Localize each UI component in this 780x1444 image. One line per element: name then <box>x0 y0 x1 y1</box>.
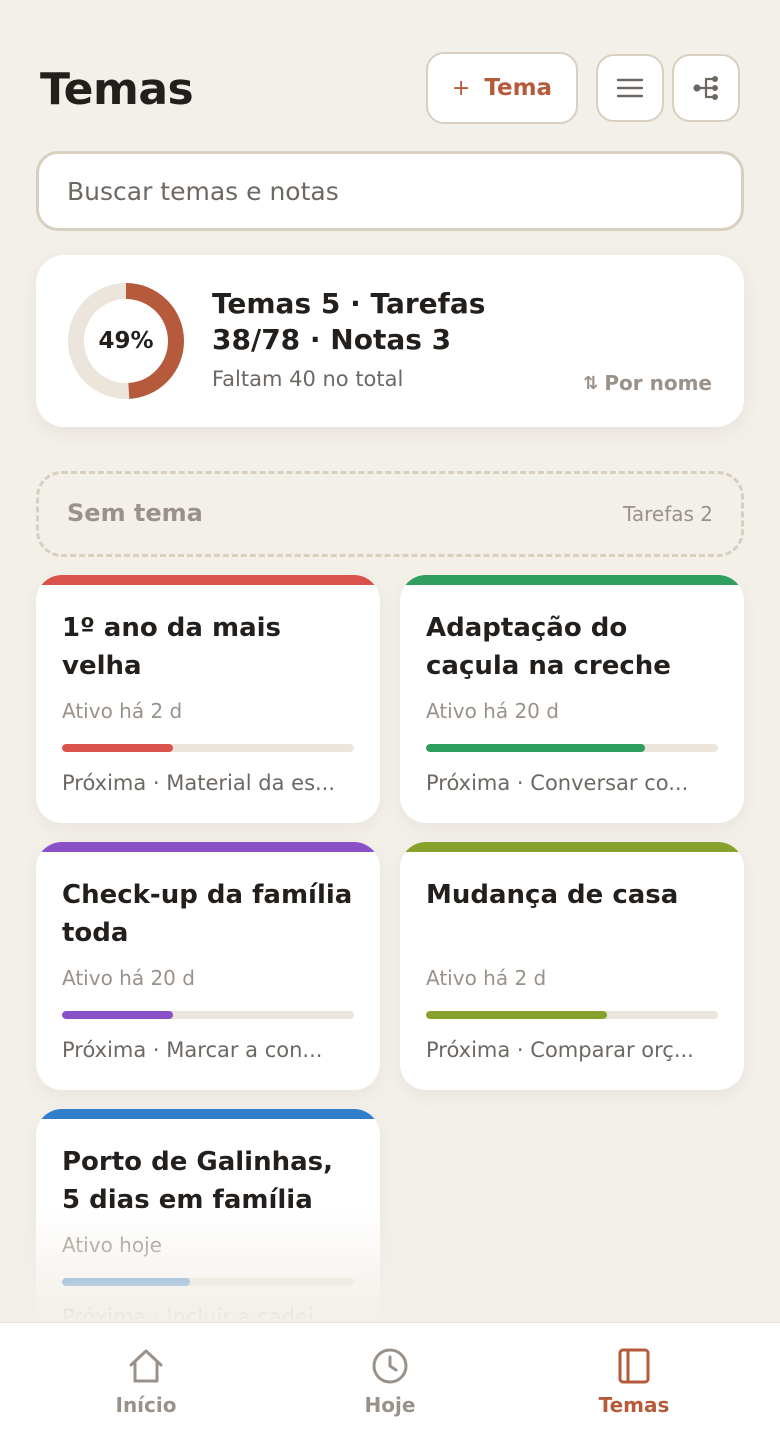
theme-activity: Ativo hoje <box>62 1233 162 1257</box>
tree-view-button[interactable] <box>672 54 740 122</box>
sort-button[interactable]: ⇅ Por nome <box>583 371 712 395</box>
page-title: Temas <box>40 64 194 115</box>
summary-card: 49% Temas 5 · Tarefas 38/78 · Notas 3 Fa… <box>36 255 744 427</box>
theme-progress-bar <box>62 744 354 752</box>
bottom-nav: Início Hoje Temas <box>0 1322 780 1444</box>
theme-title: Mudança de casa <box>426 880 679 910</box>
header: Temas + Tema <box>40 52 740 124</box>
theme-color-bar <box>36 1109 380 1119</box>
theme-activity: Ativo há 2 d <box>62 699 183 723</box>
theme-title: 1º ano da mais velha <box>62 613 282 681</box>
theme-card[interactable]: Porto de Galinhas, 5 dias em família Ati… <box>36 1109 380 1357</box>
nav-label-inicio: Início <box>115 1393 177 1417</box>
add-theme-button[interactable]: + Tema <box>426 52 578 124</box>
progress-percent: 49% <box>98 328 154 354</box>
sort-icon: ⇅ <box>583 372 599 394</box>
theme-next-task: Próxima · Marcar a con... <box>62 1038 323 1062</box>
theme-next-task: Próxima · Material da es... <box>62 771 336 795</box>
home-icon <box>129 1349 163 1383</box>
theme-progress-fill <box>426 1011 608 1019</box>
theme-activity: Ativo há 2 d <box>426 966 547 990</box>
theme-next-task: Próxima · Comparar orç... <box>426 1038 694 1062</box>
summary-stats-line2: 38/78 · Notas 3 <box>212 323 452 356</box>
theme-progress-bar <box>426 1011 718 1019</box>
theme-progress-fill <box>62 1011 173 1019</box>
tree-icon <box>693 76 718 100</box>
theme-color-bar <box>36 575 380 585</box>
nav-label-hoje: Hoje <box>364 1393 416 1417</box>
theme-progress-fill <box>62 744 173 752</box>
list-view-button[interactable] <box>596 54 664 122</box>
plus-icon: + <box>451 75 471 101</box>
nav-label-temas: Temas <box>598 1393 670 1417</box>
theme-title: Adaptação do caçula na creche <box>426 613 671 681</box>
theme-title: Check-up da família toda <box>62 880 353 948</box>
search-input[interactable]: Buscar temas e notas <box>36 151 744 231</box>
clock-icon <box>372 1348 408 1384</box>
nav-item-temas[interactable]: Temas <box>504 1323 764 1444</box>
theme-card[interactable]: 1º ano da mais velha Ativo há 2 d Próxim… <box>36 575 380 823</box>
theme-card[interactable]: Mudança de casa Ativo há 2 d Próxima · C… <box>400 842 744 1090</box>
theme-title: Porto de Galinhas, 5 dias em família <box>62 1147 334 1215</box>
book-icon <box>618 1348 650 1384</box>
nav-item-inicio[interactable]: Início <box>16 1323 276 1444</box>
theme-next-task: Próxima · Conversar co... <box>426 771 689 795</box>
theme-progress-fill <box>426 744 645 752</box>
add-theme-label: Tema <box>484 75 553 101</box>
theme-card[interactable]: Check-up da família toda Ativo há 20 d P… <box>36 842 380 1090</box>
no-theme-label: Sem tema <box>67 499 203 527</box>
list-icon <box>616 78 644 98</box>
theme-progress-fill <box>62 1278 191 1286</box>
search-placeholder: Buscar temas e notas <box>67 176 339 206</box>
no-theme-count: Tarefas 2 <box>622 502 713 526</box>
theme-color-bar <box>400 842 744 852</box>
theme-progress-bar <box>62 1278 354 1286</box>
theme-activity: Ativo há 20 d <box>62 966 195 990</box>
summary-remaining: Faltam 40 no total <box>212 367 404 391</box>
theme-color-bar <box>36 842 380 852</box>
theme-activity: Ativo há 20 d <box>426 699 559 723</box>
theme-progress-bar <box>426 744 718 752</box>
theme-progress-bar <box>62 1011 354 1019</box>
theme-color-bar <box>400 575 744 585</box>
nav-item-hoje[interactable]: Hoje <box>260 1323 520 1444</box>
summary-stats-line1: Temas 5 · Tarefas <box>212 287 486 320</box>
sort-label: Por nome <box>604 371 712 395</box>
theme-card[interactable]: Adaptação do caçula na creche Ativo há 2… <box>400 575 744 823</box>
no-theme-group[interactable]: Sem tema Tarefas 2 <box>36 471 744 557</box>
